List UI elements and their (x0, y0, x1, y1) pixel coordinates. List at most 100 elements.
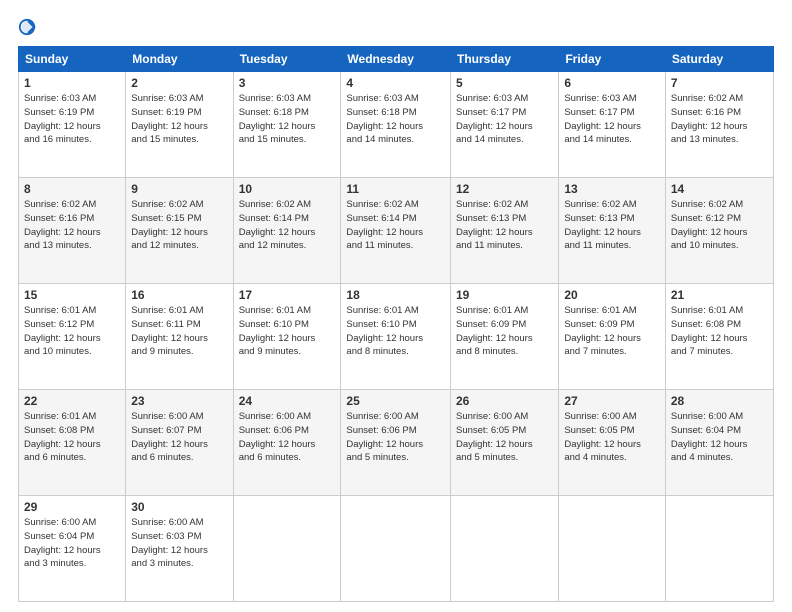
calendar-cell: 16 Sunrise: 6:01 AMSunset: 6:11 PMDayligh… (126, 284, 233, 390)
calendar-cell: 1 Sunrise: 6:03 AMSunset: 6:19 PMDaylight… (19, 72, 126, 178)
day-number: 19 (456, 288, 553, 302)
day-info: Sunrise: 6:01 AMSunset: 6:09 PMDaylight:… (564, 304, 660, 359)
calendar-cell: 7 Sunrise: 6:02 AMSunset: 6:16 PMDaylight… (665, 72, 773, 178)
calendar-cell (451, 496, 559, 602)
day-info: Sunrise: 6:02 AMSunset: 6:16 PMDaylight:… (671, 92, 768, 147)
day-info: Sunrise: 6:03 AMSunset: 6:19 PMDaylight:… (24, 92, 120, 147)
day-number: 14 (671, 182, 768, 196)
page: SundayMondayTuesdayWednesdayThursdayFrid… (0, 0, 792, 612)
day-info: Sunrise: 6:00 AMSunset: 6:04 PMDaylight:… (671, 410, 768, 465)
day-number: 24 (239, 394, 336, 408)
day-info: Sunrise: 6:02 AMSunset: 6:14 PMDaylight:… (239, 198, 336, 253)
day-info: Sunrise: 6:03 AMSunset: 6:18 PMDaylight:… (239, 92, 336, 147)
day-info: Sunrise: 6:01 AMSunset: 6:12 PMDaylight:… (24, 304, 120, 359)
day-number: 7 (671, 76, 768, 90)
calendar-cell (559, 496, 666, 602)
day-number: 26 (456, 394, 553, 408)
day-info: Sunrise: 6:00 AMSunset: 6:07 PMDaylight:… (131, 410, 227, 465)
calendar-cell: 17 Sunrise: 6:01 AMSunset: 6:10 PMDayligh… (233, 284, 341, 390)
day-number: 3 (239, 76, 336, 90)
day-number: 23 (131, 394, 227, 408)
day-header-friday: Friday (559, 47, 666, 72)
day-number: 13 (564, 182, 660, 196)
calendar-cell: 9 Sunrise: 6:02 AMSunset: 6:15 PMDaylight… (126, 178, 233, 284)
calendar-cell (341, 496, 451, 602)
day-info: Sunrise: 6:01 AMSunset: 6:10 PMDaylight:… (239, 304, 336, 359)
day-number: 4 (346, 76, 445, 90)
logo-icon (18, 18, 36, 36)
day-number: 21 (671, 288, 768, 302)
calendar-week-row: 29 Sunrise: 6:00 AMSunset: 6:04 PMDayligh… (19, 496, 774, 602)
day-number: 8 (24, 182, 120, 196)
day-number: 10 (239, 182, 336, 196)
day-info: Sunrise: 6:02 AMSunset: 6:13 PMDaylight:… (456, 198, 553, 253)
day-info: Sunrise: 6:00 AMSunset: 6:03 PMDaylight:… (131, 516, 227, 571)
day-header-tuesday: Tuesday (233, 47, 341, 72)
day-info: Sunrise: 6:00 AMSunset: 6:05 PMDaylight:… (564, 410, 660, 465)
day-number: 12 (456, 182, 553, 196)
day-number: 17 (239, 288, 336, 302)
calendar-cell: 11 Sunrise: 6:02 AMSunset: 6:14 PMDayligh… (341, 178, 451, 284)
calendar-cell: 8Sunrise: 6:02 AMSunset: 6:16 PMDaylight… (19, 178, 126, 284)
calendar-cell: 20 Sunrise: 6:01 AMSunset: 6:09 PMDayligh… (559, 284, 666, 390)
day-number: 9 (131, 182, 227, 196)
calendar-cell (665, 496, 773, 602)
calendar-cell: 2Sunrise: 6:03 AMSunset: 6:19 PMDaylight… (126, 72, 233, 178)
day-number: 6 (564, 76, 660, 90)
day-number: 16 (131, 288, 227, 302)
calendar-cell: 22Sunrise: 6:01 AMSunset: 6:08 PMDayligh… (19, 390, 126, 496)
day-info: Sunrise: 6:02 AMSunset: 6:15 PMDaylight:… (131, 198, 227, 253)
day-info: Sunrise: 6:02 AMSunset: 6:12 PMDaylight:… (671, 198, 768, 253)
day-info: Sunrise: 6:01 AMSunset: 6:09 PMDaylight:… (456, 304, 553, 359)
calendar-cell: 21 Sunrise: 6:01 AMSunset: 6:08 PMDayligh… (665, 284, 773, 390)
day-number: 29 (24, 500, 120, 514)
calendar-week-row: 15 Sunrise: 6:01 AMSunset: 6:12 PMDayligh… (19, 284, 774, 390)
header (18, 18, 774, 36)
day-info: Sunrise: 6:03 AMSunset: 6:17 PMDaylight:… (564, 92, 660, 147)
calendar-cell: 4 Sunrise: 6:03 AMSunset: 6:18 PMDaylight… (341, 72, 451, 178)
day-number: 18 (346, 288, 445, 302)
calendar-cell: 5 Sunrise: 6:03 AMSunset: 6:17 PMDaylight… (451, 72, 559, 178)
calendar-cell: 18 Sunrise: 6:01 AMSunset: 6:10 PMDayligh… (341, 284, 451, 390)
day-info: Sunrise: 6:00 AMSunset: 6:05 PMDaylight:… (456, 410, 553, 465)
calendar-cell: 15 Sunrise: 6:01 AMSunset: 6:12 PMDayligh… (19, 284, 126, 390)
day-number: 2 (131, 76, 227, 90)
calendar-cell: 14 Sunrise: 6:02 AMSunset: 6:12 PMDayligh… (665, 178, 773, 284)
day-number: 25 (346, 394, 445, 408)
day-number: 11 (346, 182, 445, 196)
calendar-cell: 26 Sunrise: 6:00 AMSunset: 6:05 PMDayligh… (451, 390, 559, 496)
day-number: 27 (564, 394, 660, 408)
calendar-cell: 30 Sunrise: 6:00 AMSunset: 6:03 PMDayligh… (126, 496, 233, 602)
calendar-cell: 25Sunrise: 6:00 AMSunset: 6:06 PMDayligh… (341, 390, 451, 496)
day-header-sunday: Sunday (19, 47, 126, 72)
day-info: Sunrise: 6:01 AMSunset: 6:10 PMDaylight:… (346, 304, 445, 359)
day-number: 15 (24, 288, 120, 302)
calendar-header-row: SundayMondayTuesdayWednesdayThursdayFrid… (19, 47, 774, 72)
day-info: Sunrise: 6:03 AMSunset: 6:18 PMDaylight:… (346, 92, 445, 147)
calendar-cell (233, 496, 341, 602)
day-header-saturday: Saturday (665, 47, 773, 72)
day-number: 5 (456, 76, 553, 90)
calendar-cell: 6 Sunrise: 6:03 AMSunset: 6:17 PMDaylight… (559, 72, 666, 178)
day-info: Sunrise: 6:01 AMSunset: 6:08 PMDaylight:… (671, 304, 768, 359)
day-number: 1 (24, 76, 120, 90)
calendar-cell: 12 Sunrise: 6:02 AMSunset: 6:13 PMDayligh… (451, 178, 559, 284)
day-header-thursday: Thursday (451, 47, 559, 72)
day-info: Sunrise: 6:02 AMSunset: 6:14 PMDaylight:… (346, 198, 445, 253)
day-number: 28 (671, 394, 768, 408)
calendar-week-row: 8Sunrise: 6:02 AMSunset: 6:16 PMDaylight… (19, 178, 774, 284)
calendar-week-row: 1 Sunrise: 6:03 AMSunset: 6:19 PMDaylight… (19, 72, 774, 178)
calendar-cell: 13Sunrise: 6:02 AMSunset: 6:13 PMDayligh… (559, 178, 666, 284)
day-header-monday: Monday (126, 47, 233, 72)
day-number: 20 (564, 288, 660, 302)
calendar-week-row: 22Sunrise: 6:01 AMSunset: 6:08 PMDayligh… (19, 390, 774, 496)
day-info: Sunrise: 6:01 AMSunset: 6:11 PMDaylight:… (131, 304, 227, 359)
calendar-table: SundayMondayTuesdayWednesdayThursdayFrid… (18, 46, 774, 602)
calendar-cell: 27 Sunrise: 6:00 AMSunset: 6:05 PMDayligh… (559, 390, 666, 496)
day-number: 30 (131, 500, 227, 514)
day-info: Sunrise: 6:00 AMSunset: 6:04 PMDaylight:… (24, 516, 120, 571)
calendar-cell: 28 Sunrise: 6:00 AMSunset: 6:04 PMDayligh… (665, 390, 773, 496)
logo (18, 18, 38, 36)
day-info: Sunrise: 6:01 AMSunset: 6:08 PMDaylight:… (24, 410, 120, 465)
day-info: Sunrise: 6:03 AMSunset: 6:17 PMDaylight:… (456, 92, 553, 147)
